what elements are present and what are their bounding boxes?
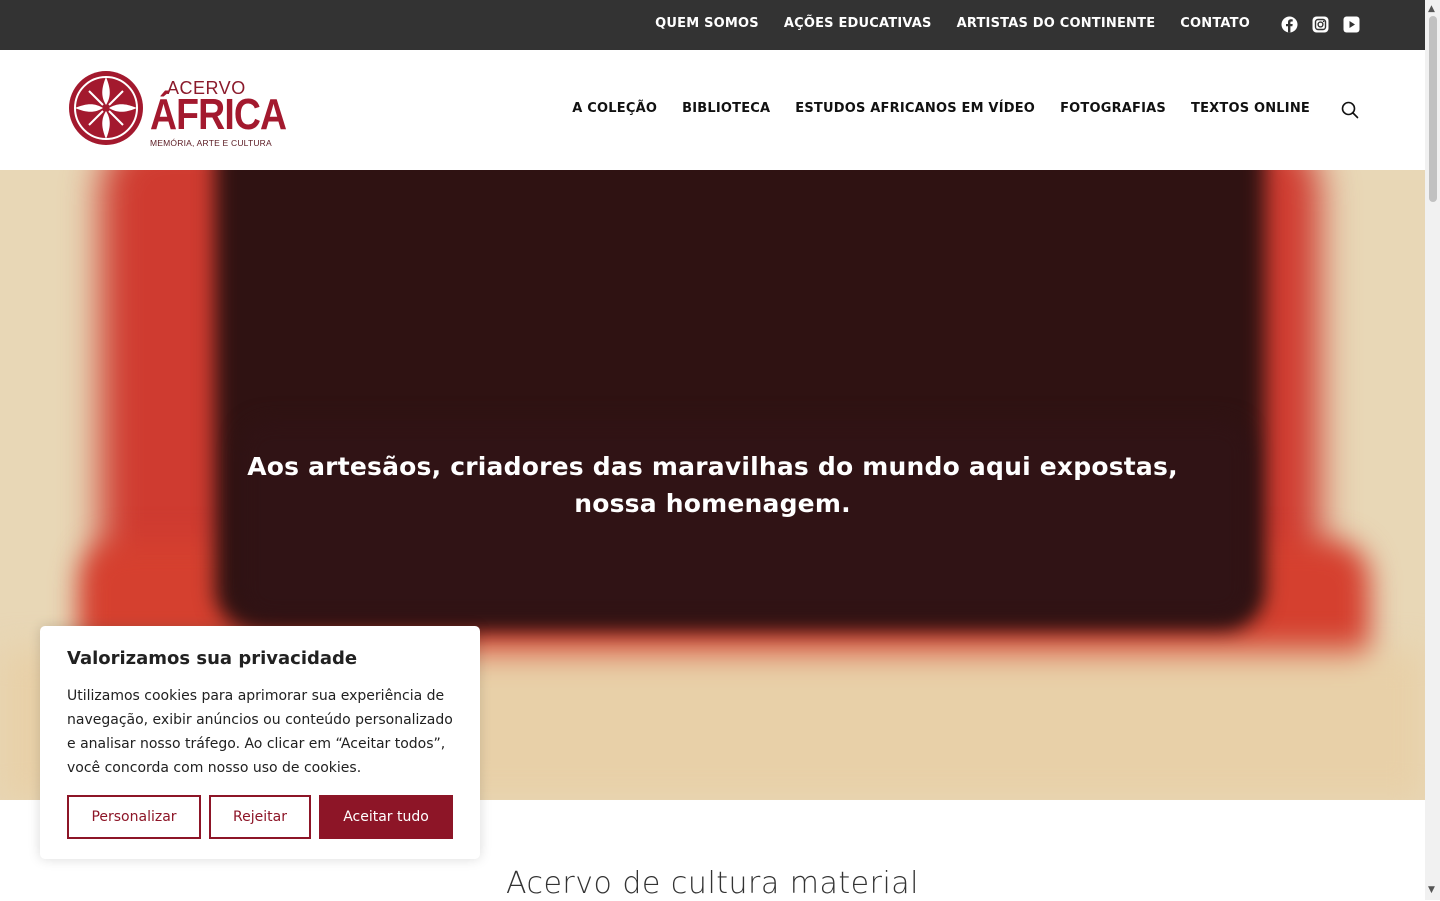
customize-button[interactable]: Personalizar bbox=[67, 795, 201, 839]
nav-biblioteca[interactable]: BIBLIOTECA bbox=[682, 101, 770, 116]
scroll-down-icon[interactable]: ▼ bbox=[1428, 885, 1435, 895]
nav-estudos-africanos-em-video[interactable]: ESTUDOS AFRICANOS EM VÍDEO bbox=[795, 101, 1035, 116]
logo-line2: ÁFRICA bbox=[150, 90, 287, 139]
topnav-quem-somos[interactable]: QUEM SOMOS bbox=[655, 16, 759, 31]
site-header: ACERVO ÁFRICA MEMÓRIA, ARTE E CULTURA A … bbox=[0, 50, 1425, 170]
scroll-up-icon[interactable]: ▲ bbox=[1428, 4, 1435, 14]
top-bar: QUEM SOMOS AÇÕES EDUCATIVAS ARTISTAS DO … bbox=[0, 0, 1425, 50]
cookie-banner: Valorizamos sua privacidade Utilizamos c… bbox=[40, 626, 480, 859]
instagram-icon[interactable] bbox=[1312, 16, 1329, 33]
nav-fotografias[interactable]: FOTOGRAFIAS bbox=[1060, 101, 1166, 116]
logo-emblem-icon bbox=[69, 71, 143, 145]
topnav-contato[interactable]: CONTATO bbox=[1180, 16, 1250, 31]
topnav-acoes-educativas[interactable]: AÇÕES EDUCATIVAS bbox=[784, 16, 932, 31]
hero-heading-line2: nossa homenagem. bbox=[574, 489, 851, 518]
logo-tagline: MEMÓRIA, ARTE E CULTURA bbox=[150, 138, 272, 148]
cookie-title: Valorizamos sua privacidade bbox=[67, 648, 358, 669]
search-icon[interactable] bbox=[1341, 101, 1359, 119]
section-title: Acervo de cultura material bbox=[505, 866, 920, 901]
hero-heading-line1: Aos artesãos, criadores das maravilhas d… bbox=[247, 452, 1178, 481]
nav-textos-online[interactable]: TEXTOS ONLINE bbox=[1191, 101, 1310, 116]
social-links bbox=[1281, 16, 1360, 33]
facebook-icon[interactable] bbox=[1281, 16, 1298, 33]
top-nav: QUEM SOMOS AÇÕES EDUCATIVAS ARTISTAS DO … bbox=[655, 16, 1250, 31]
site-logo[interactable]: ACERVO ÁFRICA MEMÓRIA, ARTE E CULTURA bbox=[67, 68, 287, 152]
topnav-artistas-do-continente[interactable]: ARTISTAS DO CONTINENTE bbox=[957, 16, 1156, 31]
scrollbar-thumb[interactable] bbox=[1429, 16, 1437, 202]
main-nav: A COLEÇÃO BIBLIOTECA ESTUDOS AFRICANOS E… bbox=[572, 101, 1310, 116]
hero-heading: Aos artesãos, criadores das maravilhas d… bbox=[0, 448, 1425, 522]
nav-a-colecao[interactable]: A COLEÇÃO bbox=[572, 101, 657, 116]
youtube-icon[interactable] bbox=[1343, 16, 1360, 33]
cookie-text: Utilizamos cookies para aprimorar sua ex… bbox=[67, 688, 453, 776]
accept-all-button[interactable]: Aceitar tudo bbox=[319, 795, 453, 839]
reject-button[interactable]: Rejeitar bbox=[209, 795, 311, 839]
